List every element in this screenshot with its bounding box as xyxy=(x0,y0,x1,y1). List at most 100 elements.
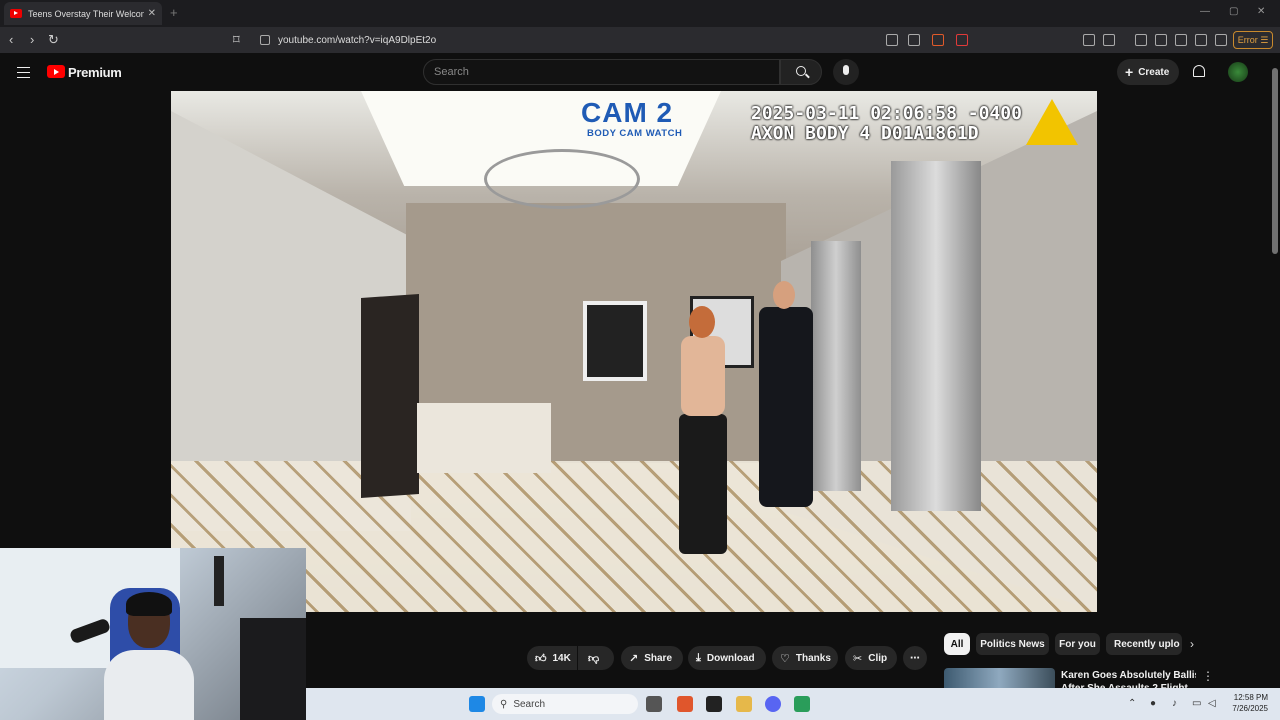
video-player[interactable]: CAM 2 BODY CAM WATCH 2025-03-11 02:06:58… xyxy=(171,91,1097,612)
share-label: Share xyxy=(644,652,673,664)
chip-recently-uploaded[interactable]: Recently uplo xyxy=(1106,633,1182,655)
youtube-header: Premium Search + Create xyxy=(0,53,1280,91)
search-input[interactable]: Search xyxy=(423,59,780,85)
more-vert-icon[interactable]: ⋮ xyxy=(1202,669,1214,683)
thumbs-up-icon: 👍︎ xyxy=(535,652,547,665)
chip-politics-news[interactable]: Politics News xyxy=(976,633,1049,655)
search-button[interactable] xyxy=(780,59,822,85)
media-icon[interactable] xyxy=(1135,34,1147,46)
file-explorer-icon[interactable] xyxy=(736,696,752,712)
scene-person xyxy=(673,306,733,556)
scene-cabinet xyxy=(417,403,551,473)
scrollbar-thumb[interactable] xyxy=(1272,68,1278,254)
volume-icon[interactable]: ◁ xyxy=(1208,698,1216,709)
scene-frame xyxy=(583,301,647,381)
scene-elevator-right xyxy=(891,161,981,511)
app-icon[interactable] xyxy=(706,696,722,712)
clock-time: 12:58 PM xyxy=(1233,693,1268,702)
youtube-favicon-icon xyxy=(10,9,22,18)
more-actions-button[interactable]: ⋯ xyxy=(903,646,927,670)
create-label: Create xyxy=(1138,66,1170,78)
logo-text[interactable]: Premium xyxy=(68,65,122,80)
cam-label: CAM 2 xyxy=(581,97,674,128)
browser-tab-strip: Teens Overstay Their Welcom ✕ + — ▢ ✕ xyxy=(0,0,1280,27)
extensions-icon[interactable] xyxy=(1083,34,1095,46)
download-icon: ⤓ xyxy=(696,651,701,664)
clock-date: 7/26/2025 xyxy=(1232,704,1268,713)
youtube-logo-icon[interactable] xyxy=(47,65,65,78)
bodycam-timestamp: 2025-03-11 02:06:58 -0400 xyxy=(751,103,1022,124)
recommendation-title-line: Karen Goes Absolutely Ballistic xyxy=(1061,670,1196,681)
leo-ai-icon[interactable] xyxy=(1195,34,1207,46)
tray-app-icon[interactable]: ● xyxy=(1150,698,1156,709)
bookmark-icon[interactable]: ⌑ xyxy=(233,32,240,48)
dislike-button[interactable]: 👎︎ xyxy=(578,646,614,670)
recommendation-thumbnail[interactable] xyxy=(944,668,1055,688)
share-page-icon[interactable] xyxy=(908,34,920,46)
forward-icon[interactable]: › xyxy=(30,32,34,47)
tab-close-icon[interactable]: ✕ xyxy=(148,8,156,19)
address-bar[interactable]: youtube.com/watch?v=iqA9DlpEt2o xyxy=(252,30,974,50)
share-button[interactable]: ↗ Share xyxy=(621,646,683,670)
avatar[interactable] xyxy=(1228,62,1248,82)
thanks-label: Thanks xyxy=(795,652,831,664)
notifications-icon[interactable] xyxy=(1193,65,1205,77)
plus-icon: + xyxy=(1125,64,1134,80)
thumbs-down-icon: 👎︎ xyxy=(588,652,600,665)
task-view-icon[interactable] xyxy=(646,696,662,712)
reload-icon[interactable]: ↻ xyxy=(48,32,59,48)
browser-toolbar: ‹ › ↻ ⌑ youtube.com/watch?v=iqA9DlpEt2o … xyxy=(0,27,1280,53)
search-placeholder: Search xyxy=(434,66,469,78)
brave-browser-icon[interactable] xyxy=(677,696,693,712)
cam-sublabel: BODY CAM WATCH xyxy=(587,128,683,139)
app-icon[interactable] xyxy=(794,696,810,712)
scene-elevator-left xyxy=(811,241,861,491)
discord-icon[interactable] xyxy=(765,696,781,712)
taskbar-search[interactable]: ⚲ Search xyxy=(492,694,638,714)
chip-for-you[interactable]: For you xyxy=(1055,633,1100,655)
browser-tab[interactable]: Teens Overstay Their Welcom ✕ xyxy=(4,2,162,25)
vpn-icon[interactable] xyxy=(1215,34,1227,46)
reading-list-icon[interactable] xyxy=(1103,34,1115,46)
scene-banner xyxy=(361,293,419,499)
error-button[interactable]: Error ☰ xyxy=(1233,31,1273,49)
thanks-icon: ♡ xyxy=(780,652,790,665)
brave-shields-icon[interactable] xyxy=(932,34,944,46)
share-icon: ↗ xyxy=(629,652,639,665)
chevron-right-icon[interactable]: › xyxy=(1190,637,1194,651)
network-icon[interactable]: ▭ xyxy=(1192,698,1201,709)
bodycam-device-id: AXON BODY 4 D01A1861D xyxy=(751,123,979,144)
brave-rewards-icon[interactable] xyxy=(956,34,968,46)
tab-title: Teens Overstay Their Welcom xyxy=(28,8,144,19)
clip-label: Clip xyxy=(868,652,888,664)
like-button[interactable]: 👍︎ 14K xyxy=(527,646,577,670)
tray-mic-icon[interactable]: ♪ xyxy=(1172,698,1177,709)
scissors-icon: ✂ xyxy=(853,652,863,665)
maximize-button[interactable]: ▢ xyxy=(1229,6,1238,17)
tray-chevron-icon[interactable]: ⌃ xyxy=(1128,698,1136,709)
wallet-icon[interactable] xyxy=(1175,34,1187,46)
sidebar-icon[interactable] xyxy=(1155,34,1167,46)
taskbar-clock[interactable]: 12:58 PM 7/26/2025 xyxy=(1222,692,1268,714)
new-tab-button[interactable]: + xyxy=(170,5,178,20)
windows-start-icon[interactable] xyxy=(469,696,485,712)
thanks-button[interactable]: ♡ Thanks xyxy=(772,646,838,670)
menu-icon[interactable] xyxy=(17,67,30,78)
scene-officer xyxy=(759,281,813,511)
like-count: 14K xyxy=(552,652,571,664)
more-icon: ⋯ xyxy=(910,652,920,664)
search-icon xyxy=(796,66,806,76)
chip-all[interactable]: All xyxy=(944,633,970,655)
create-button[interactable]: + Create xyxy=(1117,59,1179,85)
minimize-button[interactable]: — xyxy=(1200,6,1210,17)
webcam-overlay xyxy=(0,548,306,720)
back-icon[interactable]: ‹ xyxy=(9,32,13,47)
download-label: Download xyxy=(706,652,755,664)
cast-icon[interactable] xyxy=(886,34,898,46)
search-icon: ⚲ xyxy=(500,698,508,710)
site-info-icon[interactable] xyxy=(260,35,270,45)
download-button[interactable]: ⤓ Download xyxy=(688,646,766,670)
clip-button[interactable]: ✂ Clip xyxy=(845,646,897,670)
close-window-button[interactable]: ✕ xyxy=(1257,6,1265,17)
voice-search-icon[interactable] xyxy=(833,59,859,85)
